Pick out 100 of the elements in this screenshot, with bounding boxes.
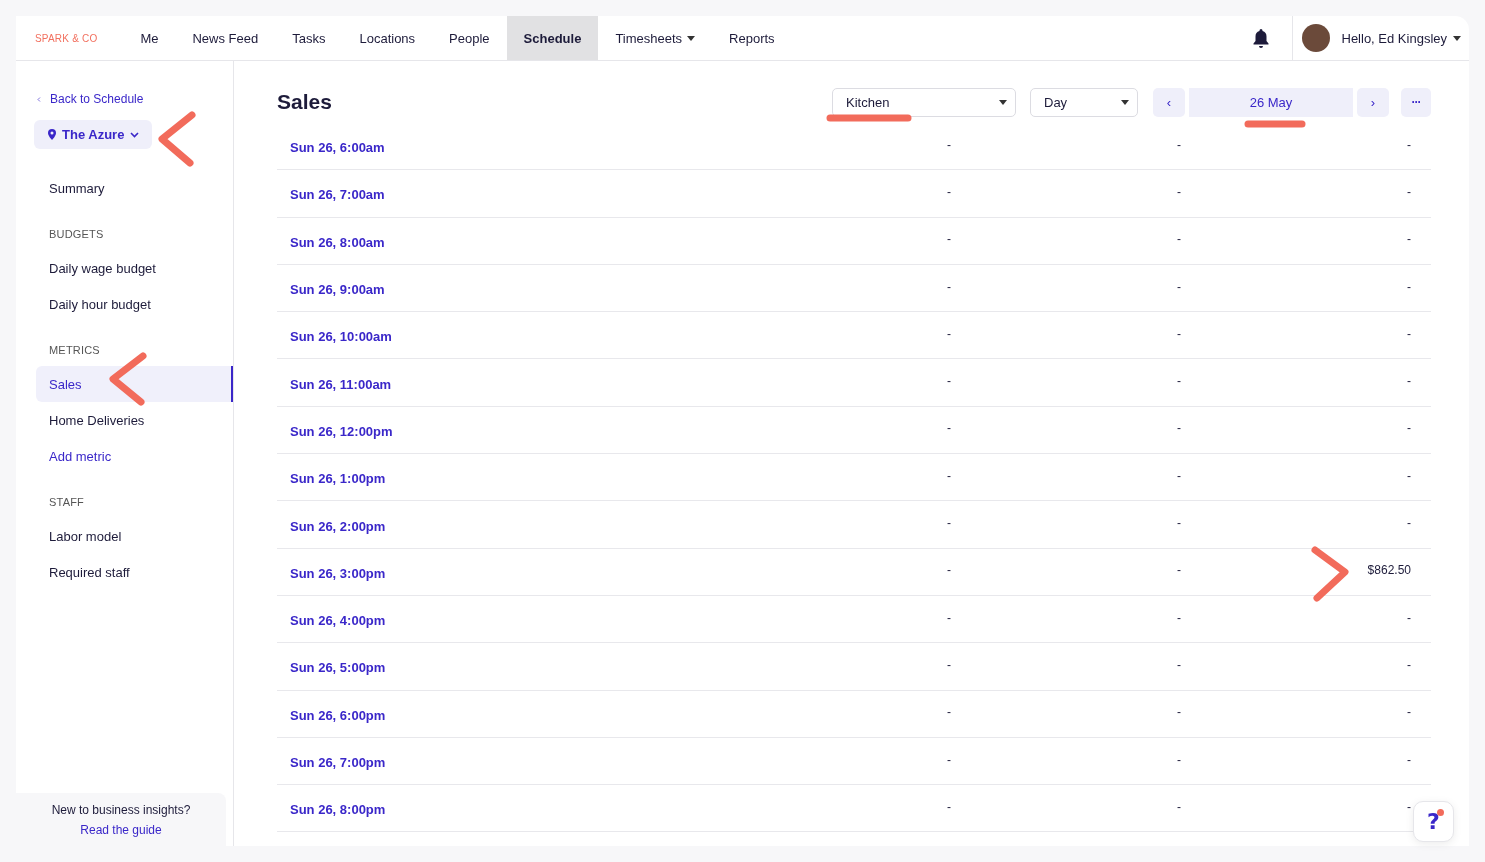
table-cell: -	[1407, 705, 1411, 720]
time-link[interactable]: Sun 26, 8:00pm	[290, 799, 721, 818]
nav-tab[interactable]: Reports	[712, 16, 792, 60]
table-cell: -	[947, 374, 951, 389]
caret-icon	[1453, 35, 1461, 41]
table-cell: -	[1407, 657, 1411, 672]
time-link[interactable]: Sun 26, 6:00am	[290, 137, 721, 156]
more-button[interactable]: ···	[1401, 87, 1431, 117]
table-cell: -	[947, 516, 951, 530]
time-link[interactable]: Sun 26, 4:00pm	[290, 610, 721, 629]
notification-dot	[1437, 809, 1444, 816]
table-cell: -	[1177, 421, 1181, 436]
table-cell: -	[1177, 563, 1181, 578]
table-cell: -	[947, 279, 951, 294]
table-cell: -	[1407, 184, 1411, 199]
table-cell: -	[1177, 799, 1181, 814]
table-cell: -	[1177, 657, 1181, 672]
time-link[interactable]: Sun 26, 11:00am	[290, 373, 721, 392]
bell-icon[interactable]	[1251, 28, 1270, 48]
sidebar-item[interactable]: Daily wage budget	[36, 250, 233, 286]
location-dropdown[interactable]: The Azure	[34, 120, 153, 149]
caret-icon	[687, 35, 696, 41]
sidebar-item[interactable]: Summary	[36, 170, 233, 206]
section-heading: METRICS	[49, 344, 101, 356]
nav-tab[interactable]: Me	[123, 16, 176, 60]
table-cell: -	[947, 752, 951, 767]
user-menu[interactable]: Hello, Ed Kingsley	[1341, 30, 1461, 46]
back-link[interactable]: Back to Schedule	[35, 91, 233, 107]
annotation-underline	[1244, 120, 1306, 128]
time-link[interactable]: Sun 26, 10:00am	[290, 326, 721, 345]
time-link[interactable]: Sun 26, 12:00pm	[290, 420, 721, 439]
table-cell: -	[1407, 232, 1411, 247]
table-cell: -	[1407, 799, 1411, 814]
date-picker[interactable]: 26 May	[1189, 87, 1353, 117]
sidebar-item[interactable]: Required staff	[36, 554, 233, 590]
table-cell: -	[1177, 326, 1181, 341]
time-link[interactable]: Sun 26, 3:00pm	[290, 562, 721, 581]
department-dropdown[interactable]: Kitchen	[832, 87, 1016, 117]
sidebar-item[interactable]: Home Deliveries	[36, 402, 233, 438]
previous-button[interactable]: ‹	[1153, 87, 1185, 117]
table-cell: -	[1177, 468, 1181, 483]
table-cell: -	[1407, 610, 1411, 625]
table-cell: -	[1407, 326, 1411, 341]
table-cell: -	[1407, 468, 1411, 483]
table-cell: -	[1177, 752, 1181, 767]
table-cell: -	[1407, 137, 1411, 152]
nav-tab[interactable]: People	[432, 16, 507, 60]
chevron-left-icon	[35, 96, 43, 102]
table-cell: -	[947, 468, 951, 483]
caret-icon	[1121, 99, 1129, 105]
table-cell: -	[947, 137, 951, 152]
sidebar-item[interactable]: Labor model	[36, 518, 233, 554]
nav-tab[interactable]: News Feed	[175, 16, 276, 60]
nav-tab[interactable]: Timesheets	[598, 16, 713, 60]
table-cell: -	[947, 657, 951, 672]
add-link[interactable]: Add metric	[36, 438, 233, 474]
table-cell: -	[1177, 279, 1181, 294]
avatar[interactable]	[1301, 24, 1330, 52]
map-pin-icon	[48, 129, 56, 140]
time-link[interactable]: Sun 26, 6:00pm	[290, 704, 721, 723]
table-cell: -	[1177, 516, 1181, 530]
time-link[interactable]: Sun 26, 7:00am	[290, 184, 721, 203]
table-cell: -	[1407, 279, 1411, 294]
table-cell: -	[947, 563, 951, 578]
table-cell: -	[947, 799, 951, 814]
table-cell: $862.50	[1367, 563, 1411, 578]
table-cell: -	[1407, 752, 1411, 767]
guide-text: New to business insights?	[51, 802, 191, 817]
sidebar-item[interactable]: Daily hour budget	[36, 286, 233, 322]
table-cell: -	[947, 326, 951, 341]
table-cell: -	[947, 610, 951, 625]
time-link[interactable]: Sun 26, 8:00am	[290, 231, 721, 250]
table-cell: -	[1177, 232, 1181, 247]
page-title: Sales	[277, 90, 332, 114]
nav-tab[interactable]: Locations	[342, 16, 433, 60]
section-heading: STAFF	[49, 496, 85, 508]
table-cell: -	[1407, 421, 1411, 436]
table-cell: -	[947, 705, 951, 720]
table-cell: -	[1177, 374, 1181, 389]
time-link[interactable]: Sun 26, 7:00pm	[290, 752, 721, 770]
guide-link[interactable]: Read the guide	[80, 822, 162, 837]
table-cell: -	[947, 421, 951, 436]
table-cell: -	[947, 232, 951, 247]
period-dropdown[interactable]: Day	[1030, 87, 1138, 117]
caret-icon	[999, 99, 1007, 105]
nav-tab[interactable]: Schedule	[506, 16, 599, 60]
table-cell: -	[1407, 374, 1411, 389]
nav-tab[interactable]: Tasks	[275, 16, 343, 60]
help-button[interactable]: ?	[1413, 801, 1454, 842]
time-link[interactable]: Sun 26, 1:00pm	[290, 468, 721, 487]
chevron-down-icon	[130, 131, 140, 138]
next-button[interactable]: ›	[1357, 87, 1389, 117]
time-link[interactable]: Sun 26, 5:00pm	[290, 657, 721, 676]
sidebar-item[interactable]: Sales	[36, 366, 233, 402]
section-heading: BUDGETS	[49, 228, 105, 240]
table-cell: -	[1177, 137, 1181, 152]
table-cell: -	[1407, 516, 1411, 530]
time-link[interactable]: Sun 26, 2:00pm	[290, 515, 721, 534]
time-link[interactable]: Sun 26, 9:00am	[290, 279, 721, 298]
table-cell: -	[1177, 705, 1181, 720]
